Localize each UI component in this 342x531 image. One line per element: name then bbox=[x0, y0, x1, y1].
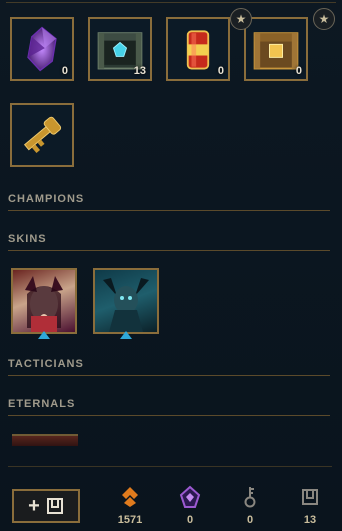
section-title: TACTICIANS bbox=[8, 358, 84, 370]
skin-art bbox=[103, 278, 149, 332]
loot-masterwork-chest[interactable]: 0 bbox=[244, 17, 308, 81]
section-eternals[interactable]: ETERNALS bbox=[8, 398, 330, 416]
currency-value: 13 bbox=[303, 514, 317, 526]
section-title: ETERNALS bbox=[8, 398, 76, 410]
skin-marker-icon bbox=[120, 331, 132, 339]
mythic-essence-icon bbox=[179, 485, 201, 508]
craft-chest-button[interactable]: + bbox=[12, 489, 80, 523]
section-champions[interactable]: CHAMPIONS bbox=[8, 193, 330, 211]
loot-capsule[interactable]: 0 bbox=[166, 17, 230, 81]
currency-blue-essence: 1571 bbox=[110, 484, 150, 526]
loot-count: 13 bbox=[133, 65, 146, 77]
skin-art bbox=[25, 276, 63, 332]
loot-count: 0 bbox=[217, 65, 224, 77]
loot-key-fragment[interactable] bbox=[10, 103, 74, 167]
loot-row-2 bbox=[10, 103, 74, 167]
eternal-card-partial[interactable] bbox=[12, 434, 78, 446]
footer-divider bbox=[8, 466, 332, 467]
currency-value: 1571 bbox=[117, 514, 143, 526]
section-title: CHAMPIONS bbox=[8, 193, 85, 205]
skin-marker-icon bbox=[38, 331, 50, 339]
currency-value: 0 bbox=[246, 514, 254, 526]
currency-chests: 13 bbox=[290, 484, 330, 526]
skin-card-dark[interactable] bbox=[93, 268, 159, 334]
loot-count: 0 bbox=[295, 65, 302, 77]
plus-icon: + bbox=[28, 495, 40, 517]
currency-value: 0 bbox=[186, 514, 194, 526]
key-icon bbox=[244, 487, 256, 508]
star-icon: ★ bbox=[230, 8, 252, 30]
top-divider bbox=[6, 2, 336, 3]
loot-count: 0 bbox=[61, 65, 68, 77]
loot-hextech-chest[interactable]: 13 bbox=[88, 17, 152, 81]
section-tacticians[interactable]: TACTICIANS bbox=[8, 358, 330, 376]
loot-row-1: 0 13 0 0 bbox=[10, 17, 308, 81]
section-skins[interactable]: SKINS bbox=[8, 233, 330, 251]
chest-icon bbox=[46, 498, 63, 514]
chest-icon bbox=[302, 489, 318, 505]
star-icon: ★ bbox=[313, 8, 335, 30]
blue-essence-icon bbox=[122, 487, 138, 507]
skin-card-ahri[interactable] bbox=[11, 268, 77, 334]
section-title: SKINS bbox=[8, 233, 47, 245]
currency-keys: 0 bbox=[230, 484, 270, 526]
key-fragment-icon bbox=[23, 116, 62, 154]
loot-gemstone[interactable]: 0 bbox=[10, 17, 74, 81]
currency-mythic-essence: 0 bbox=[170, 484, 210, 526]
